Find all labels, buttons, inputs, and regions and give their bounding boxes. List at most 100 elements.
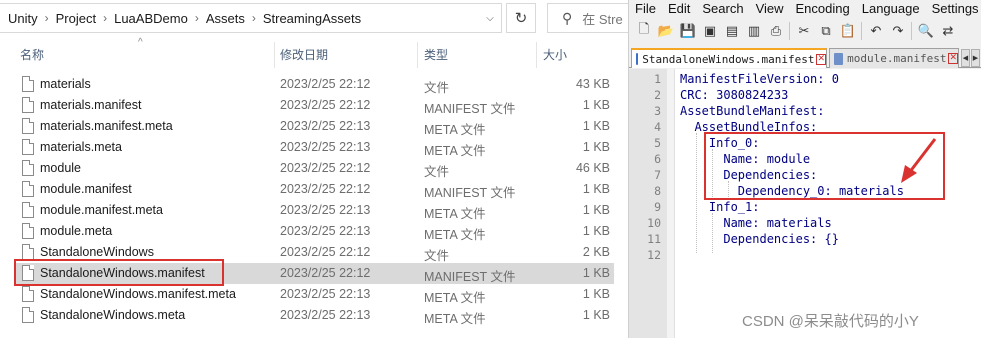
menu-file[interactable]: File [629, 1, 662, 16]
close-icon[interactable]: ✕ [816, 53, 826, 65]
column-divider[interactable] [536, 42, 537, 68]
code-editor[interactable]: 1 ManifestFileVersion: 0 2 CRC: 3080824233… [629, 69, 981, 338]
chevron-right-icon: › [103, 11, 108, 25]
line-number: 8 [654, 184, 661, 198]
breadcrumb-item[interactable]: Assets [204, 11, 247, 26]
code-line: 1 ManifestFileVersion: 0 [629, 71, 981, 87]
breadcrumb-item[interactable]: StreamingAssets [261, 11, 363, 26]
copy-icon[interactable]: ⧉ [817, 22, 835, 40]
refresh-icon[interactable]: ↻ [506, 3, 536, 33]
file-row[interactable]: StandaloneWindows.manifest.meta 2023/2/2… [0, 284, 628, 305]
code-line: 10 Name: materials [629, 215, 981, 231]
file-type: META 文件 [424, 144, 486, 158]
file-row[interactable]: materials.manifest.meta 2023/2/25 22:13 … [0, 116, 628, 137]
close-icon[interactable]: ✕ [948, 53, 958, 64]
menu-encoding[interactable]: Encoding [790, 1, 856, 16]
line-number: 11 [647, 232, 661, 246]
file-name: StandaloneWindows.meta [40, 308, 186, 322]
line-text: AssetBundleManifest: [680, 104, 825, 118]
file-size: 1 KB [582, 203, 610, 217]
toolbar-separator [789, 21, 791, 40]
toolbar-separator [911, 21, 913, 40]
file-name: module [40, 161, 81, 175]
annotation-highlight-box [14, 259, 224, 286]
tab-label: module.manifest [847, 52, 947, 65]
column-headers: ^ 名称 修改日期 类型 大小 [0, 36, 628, 70]
menu-language[interactable]: Language [856, 1, 926, 16]
file-date: 2023/2/25 22:13 [280, 203, 371, 217]
file-row[interactable]: module.meta 2023/2/25 22:13 META 文件 1 KB [0, 221, 628, 242]
breadcrumb-item[interactable]: LuaABDemo [112, 11, 190, 26]
print-icon[interactable]: ⎙ [767, 22, 785, 40]
column-type[interactable]: 类型 [424, 46, 448, 63]
paste-icon[interactable]: 📋 [839, 22, 857, 40]
menu-view[interactable]: View [750, 1, 790, 16]
file-icon [22, 181, 34, 197]
line-text: Dependencies: {} [680, 232, 839, 246]
chevron-right-icon: › [251, 11, 256, 25]
tab-standalonewindows-manifest[interactable]: StandaloneWindows.manifest ✕ [631, 48, 827, 68]
file-size: 1 KB [582, 287, 610, 301]
file-size: 1 KB [582, 224, 610, 238]
save-all-icon[interactable]: ▣ [701, 22, 719, 40]
file-date: 2023/2/25 22:13 [280, 119, 371, 133]
breadcrumb[interactable]: Unity › Project › LuaABDemo › Assets › S… [0, 3, 502, 33]
save-icon[interactable]: 💾 [679, 22, 697, 40]
tab-label: StandaloneWindows.manifest [642, 52, 815, 66]
tab-scroll-buttons[interactable]: ◀ ▶ [961, 49, 981, 67]
cut-icon[interactable]: ✂ [795, 22, 813, 40]
file-name: materials.manifest.meta [40, 119, 173, 133]
column-divider[interactable] [274, 42, 275, 68]
file-type: META 文件 [424, 123, 486, 137]
saved-file-icon [636, 53, 639, 65]
file-type: MANIFEST 文件 [424, 102, 516, 116]
toolbar-separator [861, 21, 863, 40]
close-all-icon[interactable]: ▥ [745, 22, 763, 40]
column-size[interactable]: 大小 [543, 46, 567, 63]
file-type: META 文件 [424, 312, 486, 326]
file-icon [22, 307, 34, 323]
breadcrumb-item[interactable]: Unity [6, 11, 40, 26]
tab-module-manifest[interactable]: module.manifest ✕ [829, 48, 959, 68]
file-type: 文件 [424, 249, 450, 263]
file-size: 1 KB [582, 140, 610, 154]
file-size: 1 KB [582, 308, 610, 322]
file-size: 2 KB [582, 245, 610, 259]
menu-search[interactable]: Search [696, 1, 749, 16]
file-date: 2023/2/25 22:13 [280, 308, 371, 322]
file-row[interactable]: materials.meta 2023/2/25 22:13 META 文件 1… [0, 137, 628, 158]
menu-settings[interactable]: Settings [926, 1, 981, 16]
toolbar: 🗋 📂 💾 ▣ ▤ ▥ ⎙ ✂ ⧉ 📋 ↶ ↷ 🔍 ⇄ [629, 17, 981, 44]
find-icon[interactable]: 🔍 [917, 22, 935, 40]
file-date: 2023/2/25 22:12 [280, 266, 371, 280]
scroll-right-icon[interactable]: ▶ [971, 49, 980, 67]
search-input[interactable]: ⚲ 在 Stre [547, 3, 637, 33]
file-date: 2023/2/25 22:13 [280, 140, 371, 154]
file-row[interactable]: module 2023/2/25 22:12 文件 46 KB [0, 158, 628, 179]
open-file-icon[interactable]: 📂 [657, 22, 675, 40]
menu-edit[interactable]: Edit [662, 1, 696, 16]
chevron-down-icon[interactable]: ⌵ [478, 3, 502, 33]
column-name[interactable]: 名称 [20, 46, 44, 63]
column-divider[interactable] [417, 42, 418, 68]
column-date[interactable]: 修改日期 [280, 46, 328, 63]
replace-icon[interactable]: ⇄ [939, 22, 957, 40]
file-row[interactable]: module.manifest.meta 2023/2/25 22:13 MET… [0, 200, 628, 221]
file-row[interactable]: StandaloneWindows.meta 2023/2/25 22:13 M… [0, 305, 628, 326]
file-row[interactable]: materials.manifest 2023/2/25 22:12 MANIF… [0, 95, 628, 116]
line-number: 7 [654, 168, 661, 182]
redo-icon[interactable]: ↷ [889, 22, 907, 40]
breadcrumb-item[interactable]: Project [54, 11, 98, 26]
undo-icon[interactable]: ↶ [867, 22, 885, 40]
line-text: CRC: 3080824233 [680, 88, 789, 102]
file-size: 46 KB [575, 161, 610, 175]
close-file-icon[interactable]: ▤ [723, 22, 741, 40]
file-row[interactable]: module.manifest 2023/2/25 22:12 MANIFEST… [0, 179, 628, 200]
saved-file-icon [834, 52, 844, 65]
file-date: 2023/2/25 22:12 [280, 161, 371, 175]
search-icon: ⚲ [562, 9, 573, 26]
new-file-icon[interactable]: 🗋 [635, 21, 653, 40]
file-date: 2023/2/25 22:12 [280, 77, 371, 91]
scroll-left-icon[interactable]: ◀ [961, 49, 970, 67]
file-row[interactable]: materials 2023/2/25 22:12 文件 43 KB [0, 74, 628, 95]
